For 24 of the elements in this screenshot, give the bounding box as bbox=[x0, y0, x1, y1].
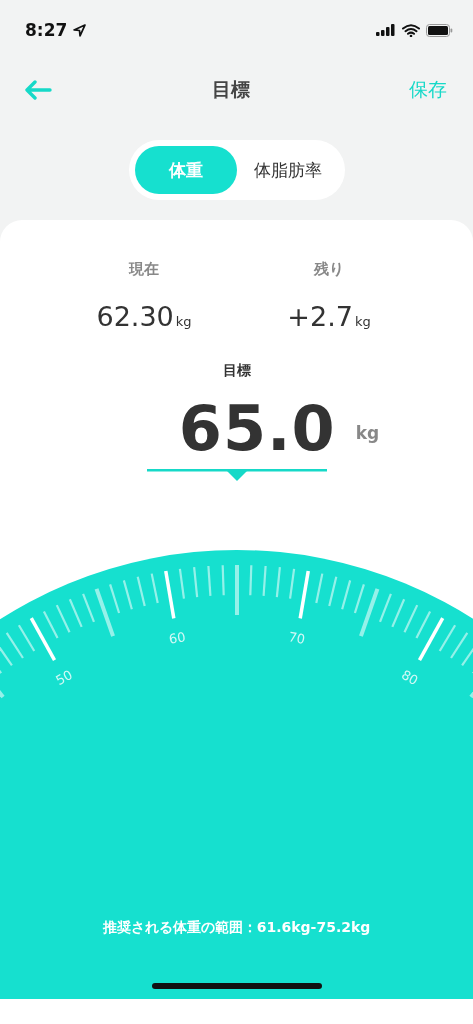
tick-label: 60 bbox=[167, 629, 187, 647]
tick-label: 80 bbox=[398, 667, 421, 689]
stat-label: 現在 bbox=[129, 260, 159, 279]
location-arrow-icon bbox=[73, 23, 87, 37]
range-note: 推奨される体重の範囲：61.6kg-75.2kg bbox=[101, 919, 372, 937]
target-label: 目標 bbox=[222, 362, 251, 380]
stat-value: 62.30 kg bbox=[96, 301, 192, 332]
back-button[interactable] bbox=[24, 80, 52, 100]
battery-icon bbox=[426, 23, 453, 37]
page-title: 目標 bbox=[211, 77, 250, 102]
tab[interactable]: 体脂肪率 bbox=[236, 146, 339, 194]
target-unit: kg bbox=[355, 422, 380, 443]
wifi-icon bbox=[402, 23, 420, 37]
save-button[interactable]: 保存 bbox=[409, 77, 447, 103]
stat-label: 残り bbox=[314, 260, 344, 279]
status-time: 8:27 bbox=[25, 20, 68, 40]
signal-icon bbox=[376, 24, 396, 36]
back-arrow-icon bbox=[24, 80, 52, 100]
stat-value: +2.7 kg bbox=[287, 301, 371, 332]
target-pointer-icon bbox=[146, 469, 327, 483]
tick-label: 50 bbox=[53, 667, 76, 689]
tab[interactable]: 体重 bbox=[134, 146, 237, 194]
target-value: 65.0 bbox=[178, 392, 336, 465]
tick-label: 70 bbox=[287, 629, 307, 647]
